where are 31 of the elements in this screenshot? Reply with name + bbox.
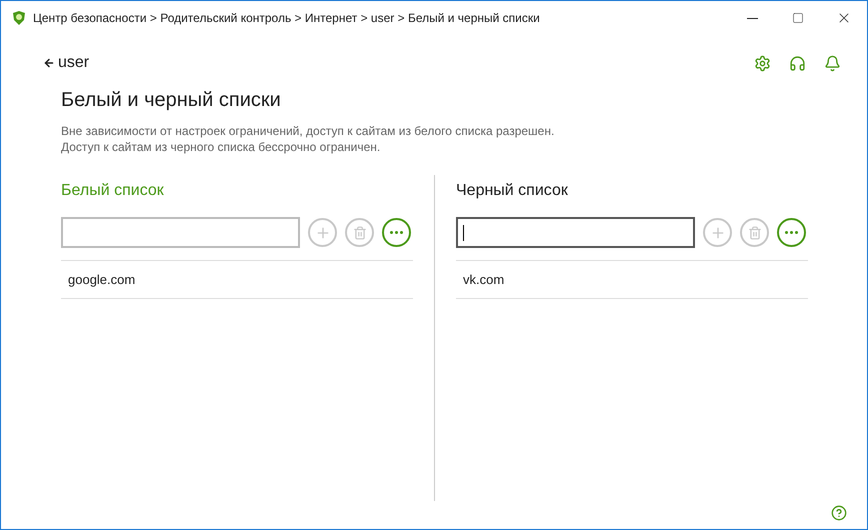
delete-button[interactable] — [740, 218, 769, 247]
window-title: Центр безопасности > Родительский контроль > Интернет > user > Белый и черный списки — [33, 10, 540, 27]
input-field[interactable] — [456, 217, 695, 248]
back-link[interactable]: user — [43, 51, 90, 75]
more-button[interactable] — [382, 218, 411, 247]
headset-icon[interactable] — [789, 54, 806, 72]
bell-icon[interactable] — [824, 54, 841, 72]
text-cursor — [463, 224, 464, 240]
ellipsis-icon — [390, 231, 403, 234]
add-button[interactable] — [308, 218, 337, 247]
list-item[interactable]: vk.com — [456, 261, 808, 299]
trash-icon — [352, 226, 366, 240]
plus-icon — [710, 224, 726, 240]
settings-icon[interactable] — [754, 54, 771, 72]
trash-icon — [748, 226, 762, 240]
delete-button[interactable] — [345, 218, 374, 247]
list-item[interactable]: google.com — [61, 261, 413, 299]
ellipsis-icon — [785, 231, 798, 234]
app-logo-icon — [11, 10, 27, 26]
page-heading: Белый и черный списки — [61, 88, 282, 113]
description-text: Вне зависимости от настроек ограничений, доступ к сайтам из белого списка разрешен. — [61, 123, 556, 139]
list-title: Черный список — [456, 181, 569, 201]
list-title: Белый список — [61, 181, 165, 201]
help-icon[interactable] — [831, 505, 847, 521]
add-button[interactable] — [703, 218, 732, 247]
back-arrow-icon — [43, 57, 55, 69]
plus-icon — [314, 224, 330, 240]
description-text: Доступ к сайтам из черного списка бессрочно ограничен. — [61, 139, 382, 155]
maximize-icon — [792, 12, 804, 24]
more-button[interactable] — [777, 218, 806, 247]
input-field[interactable] — [61, 217, 300, 248]
